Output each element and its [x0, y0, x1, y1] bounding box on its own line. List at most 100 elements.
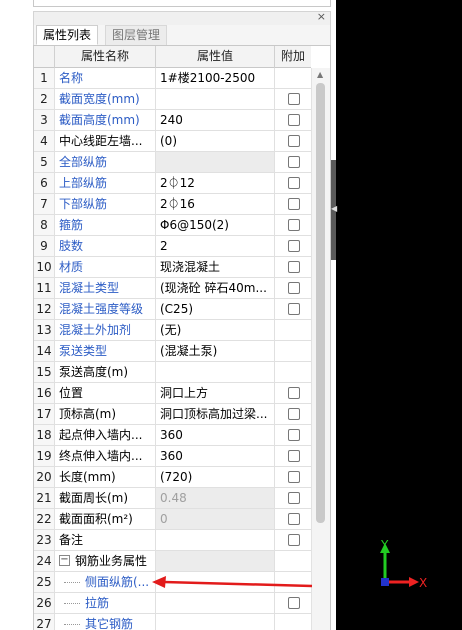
header-add[interactable]: 附加 [275, 46, 311, 68]
table-row[interactable]: 4 中心线距左墙... (0) [34, 131, 311, 152]
property-value[interactable] [156, 152, 275, 172]
property-value[interactable] [156, 362, 275, 382]
table-row[interactable]: 22 截面面积(m²) 0 [34, 509, 311, 530]
x-axis-arrowhead [409, 577, 419, 587]
property-value[interactable]: (720) [156, 467, 275, 487]
add-checkbox[interactable] [288, 408, 300, 420]
table-row[interactable]: 1 名称 1#楼2100-2500 [34, 68, 311, 89]
property-value[interactable]: 240 [156, 110, 275, 130]
close-icon[interactable]: × [317, 10, 326, 24]
scrollbar-thumb[interactable] [316, 83, 325, 523]
vertical-scrollbar[interactable]: ▲ [311, 68, 330, 630]
add-checkbox[interactable] [288, 156, 300, 168]
property-value[interactable]: Φ6@150(2) [156, 215, 275, 235]
row-index: 12 [34, 299, 55, 319]
panel-splitter[interactable]: ◀ [331, 160, 337, 260]
add-checkbox[interactable] [288, 177, 300, 189]
table-row[interactable]: 21 截面周长(m) 0.48 [34, 488, 311, 509]
property-value[interactable] [156, 89, 275, 109]
property-name: 起点伸入墙内... [55, 425, 156, 445]
add-checkbox[interactable] [288, 387, 300, 399]
table-row[interactable]: 11 混凝土类型 (现浇砼 碎石40m... [34, 278, 311, 299]
table-row[interactable]: 17 顶标高(m) 洞口顶标高加过梁... [34, 404, 311, 425]
property-value[interactable]: (现浇砼 碎石40m... [156, 278, 275, 298]
property-name-text: 侧面纵筋(... [85, 575, 150, 589]
property-name: 顶标高(m) [55, 404, 156, 424]
table-row[interactable]: 10 材质 现浇混凝土 [34, 257, 311, 278]
property-value[interactable]: (C25) [156, 299, 275, 319]
row-index: 27 [34, 614, 55, 630]
table-row[interactable]: 8 箍筋 Φ6@150(2) [34, 215, 311, 236]
property-value[interactable]: (混凝土泵) [156, 341, 275, 361]
properties-panel: × 属性列表 图层管理 属性名称 属性值 附加 1 名称 1#楼2100-2500 2… [0, 0, 337, 630]
table-row[interactable]: 6 上部纵筋 2⏀12 [34, 173, 311, 194]
table-row[interactable]: 23 备注 [34, 530, 311, 551]
add-checkbox[interactable] [288, 303, 300, 315]
collapse-arrow-icon[interactable]: ◀ [331, 204, 337, 213]
table-row[interactable]: 15 泵送高度(m) [34, 362, 311, 383]
table-row[interactable]: 18 起点伸入墙内... 360 [34, 425, 311, 446]
property-value[interactable]: 2⏀16 [156, 194, 275, 214]
property-name: 截面周长(m) [55, 488, 156, 508]
property-value[interactable] [156, 593, 275, 613]
table-row[interactable]: 20 长度(mm) (720) [34, 467, 311, 488]
add-checkbox[interactable] [288, 597, 300, 609]
table-row[interactable]: 24− 钢筋业务属性 [34, 551, 311, 572]
property-value[interactable]: 2 [156, 236, 275, 256]
table-row[interactable]: 3 截面高度(mm) 240 [34, 110, 311, 131]
property-value[interactable]: (0) [156, 131, 275, 151]
property-value[interactable] [156, 614, 275, 630]
row-index: 22 [34, 509, 55, 529]
add-checkbox[interactable] [288, 450, 300, 462]
table-row[interactable]: 14 泵送类型 (混凝土泵) [34, 341, 311, 362]
add-checkbox[interactable] [288, 114, 300, 126]
table-row[interactable]: 26 拉筋 [34, 593, 311, 614]
table-row[interactable]: 2 截面宽度(mm) [34, 89, 311, 110]
add-checkbox[interactable] [288, 513, 300, 525]
table-row[interactable]: 5 全部纵筋 [34, 152, 311, 173]
panel-tabs: 属性列表 图层管理 [33, 25, 331, 45]
property-add-cell [275, 530, 311, 550]
property-value[interactable]: (无) [156, 320, 275, 340]
row-index: 25 [34, 572, 55, 592]
property-value[interactable]: 现浇混凝土 [156, 257, 275, 277]
table-row[interactable]: 27 其它钢筋 [34, 614, 311, 630]
add-checkbox[interactable] [288, 534, 300, 546]
table-row[interactable]: 13 混凝土外加剂 (无) [34, 320, 311, 341]
property-value[interactable]: 360 [156, 446, 275, 466]
row-index: 1 [34, 68, 55, 88]
table-row[interactable]: 12 混凝土强度等级 (C25) [34, 299, 311, 320]
add-checkbox[interactable] [288, 429, 300, 441]
property-value[interactable]: 2⏀12 [156, 173, 275, 193]
add-checkbox[interactable] [288, 261, 300, 273]
property-value: 0 [156, 509, 275, 529]
property-value[interactable]: 洞口上方 [156, 383, 275, 403]
add-checkbox[interactable] [288, 471, 300, 483]
property-name: 备注 [55, 530, 156, 550]
add-checkbox[interactable] [288, 135, 300, 147]
add-checkbox[interactable] [288, 492, 300, 504]
table-row[interactable]: 7 下部纵筋 2⏀16 [34, 194, 311, 215]
property-value[interactable] [156, 530, 275, 550]
property-add-cell [275, 278, 311, 298]
add-checkbox[interactable] [288, 240, 300, 252]
header-name[interactable]: 属性名称 [55, 46, 156, 68]
add-checkbox[interactable] [288, 93, 300, 105]
table-row[interactable]: 9 肢数 2 [34, 236, 311, 257]
tab-property-list[interactable]: 属性列表 [36, 25, 99, 45]
tab-layer-management[interactable]: 图层管理 [105, 25, 168, 45]
property-value[interactable]: 洞口顶标高加过梁... [156, 404, 275, 424]
property-name: 全部纵筋 [55, 152, 156, 172]
property-value[interactable]: 360 [156, 425, 275, 445]
add-checkbox[interactable] [288, 198, 300, 210]
scroll-up-icon[interactable]: ▲ [317, 71, 323, 79]
add-checkbox[interactable] [288, 282, 300, 294]
table-row[interactable]: 16 位置 洞口上方 [34, 383, 311, 404]
property-value[interactable]: 1#楼2100-2500 [156, 68, 275, 88]
table-row[interactable]: 19 终点伸入墙内... 360 [34, 446, 311, 467]
row-index: 23 [34, 530, 55, 550]
header-value[interactable]: 属性值 [156, 46, 275, 68]
add-checkbox[interactable] [288, 219, 300, 231]
collapse-icon[interactable]: − [59, 555, 70, 566]
property-value[interactable] [156, 551, 275, 571]
